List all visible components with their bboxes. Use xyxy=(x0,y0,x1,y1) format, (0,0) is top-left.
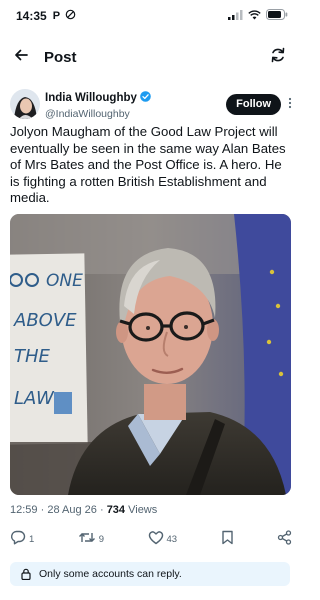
refresh-icon[interactable] xyxy=(270,47,286,68)
do-not-disturb-icon xyxy=(65,9,76,23)
reply-restriction-notice: Only some accounts can reply. xyxy=(10,562,290,586)
reply-count: 1 xyxy=(29,533,35,545)
battery-icon xyxy=(266,7,288,25)
back-arrow-icon[interactable] xyxy=(14,48,28,67)
verified-badge-icon xyxy=(140,89,151,107)
tweet-meta: 12:59 · 28 Aug 26 · 734 Views xyxy=(10,504,157,516)
protest-placard: ONE ABOVE THE LAW xyxy=(10,253,88,445)
bookmark-icon xyxy=(221,530,234,548)
repost-count: 9 xyxy=(98,533,105,545)
author-info: India Willoughby @IndiaWilloughby xyxy=(45,89,151,120)
reply-notice-text: Only some accounts can reply. xyxy=(39,568,182,580)
placard-line-1: ONE xyxy=(46,271,83,291)
lock-icon xyxy=(21,568,31,580)
follow-button[interactable]: Follow xyxy=(226,93,281,115)
share-icon xyxy=(277,530,292,548)
wifi-icon xyxy=(248,7,261,25)
reply-button[interactable]: 1 xyxy=(10,530,34,548)
status-right-icons xyxy=(228,7,288,25)
author-name-line: India Willoughby xyxy=(45,89,151,107)
placard-line-2: ABOVE xyxy=(13,310,77,331)
repost-button[interactable]: 9 xyxy=(78,530,104,548)
nav-bar: Post xyxy=(0,40,300,74)
meta-separator: · xyxy=(40,504,45,516)
views-label: Views xyxy=(128,504,158,516)
more-icon[interactable] xyxy=(288,97,292,112)
share-button[interactable] xyxy=(277,530,292,548)
author-row: India Willoughby @IndiaWilloughby Follow xyxy=(10,86,292,122)
reply-icon xyxy=(10,530,26,548)
tweet-date: 28 Aug 26 xyxy=(47,504,97,516)
views-count[interactable]: 734 xyxy=(107,504,125,516)
carrier-letter: P xyxy=(52,10,61,22)
like-icon xyxy=(148,530,164,548)
tweet-text: Jolyon Maugham of the Good Law Project w… xyxy=(10,124,286,205)
status-time: 14:35 xyxy=(16,9,47,23)
status-bar: 14:35 P xyxy=(0,0,300,32)
meta-separator-2: · xyxy=(99,504,104,516)
signal-icon xyxy=(228,7,243,25)
placard-line-4: LAW xyxy=(14,388,55,409)
like-count: 43 xyxy=(166,533,178,545)
tweet-time: 12:59 xyxy=(10,504,38,516)
like-button[interactable]: 43 xyxy=(148,530,178,548)
placard-line-3: THE xyxy=(14,346,51,367)
action-bar: 1 9 43 xyxy=(10,528,292,550)
tweet-photo[interactable]: ONE ABOVE THE LAW xyxy=(10,214,291,495)
bookmark-button[interactable] xyxy=(221,530,234,548)
status-left-icons: P xyxy=(53,9,76,23)
author-name[interactable]: India Willoughby xyxy=(45,92,137,104)
repost-icon xyxy=(78,530,96,548)
author-handle[interactable]: @IndiaWilloughby xyxy=(45,108,151,120)
avatar[interactable] xyxy=(10,89,40,119)
page-title: Post xyxy=(44,48,77,66)
